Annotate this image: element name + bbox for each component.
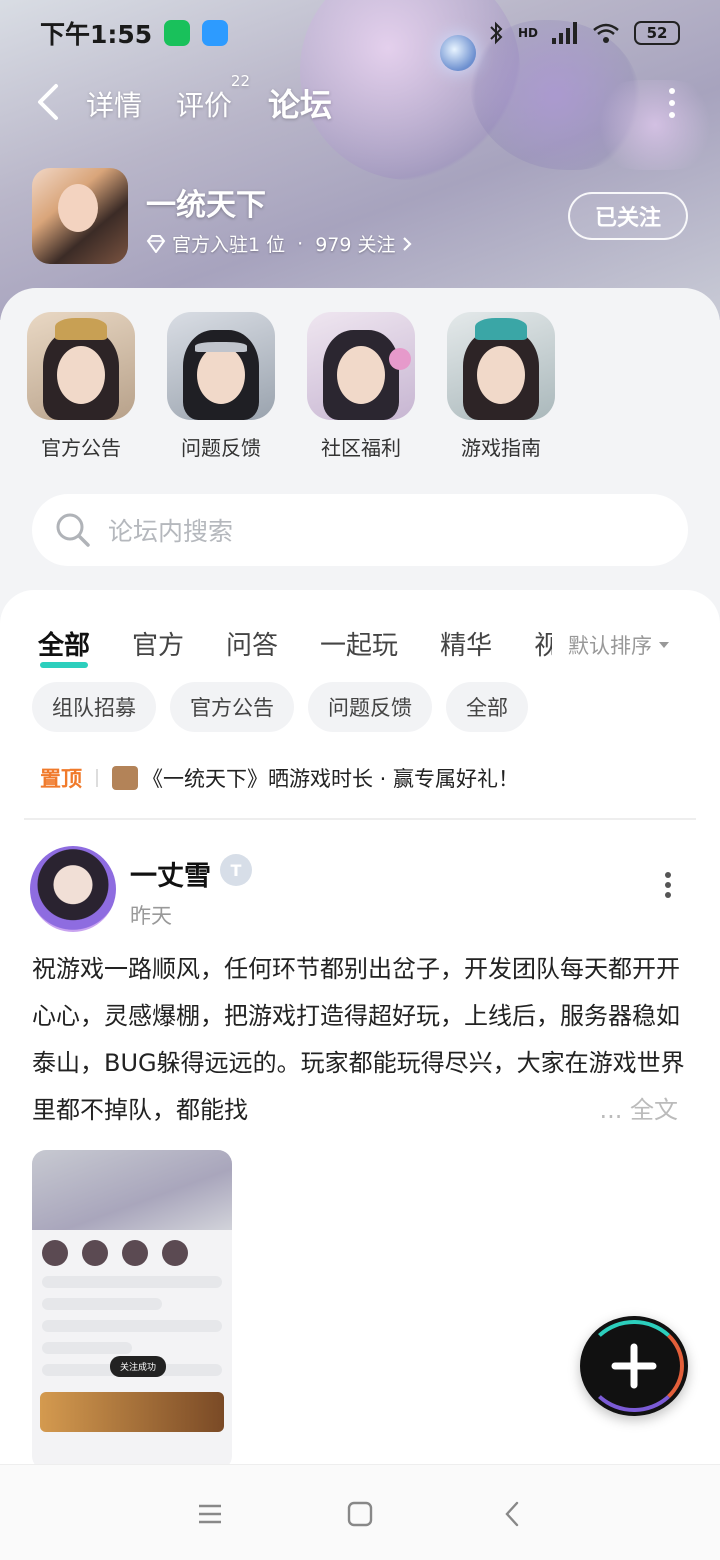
tab-reviews-label: 评价 xyxy=(176,89,233,122)
post-image-thumbnail[interactable]: 关注成功 xyxy=(32,1150,232,1470)
game-icon[interactable] xyxy=(32,168,128,264)
feedback-avatar xyxy=(167,312,275,420)
pinned-separator xyxy=(96,769,98,787)
post-more-icon[interactable] xyxy=(664,872,672,898)
more-options-icon[interactable] xyxy=(662,88,682,118)
battery-icon: 52 xyxy=(634,21,680,45)
divider xyxy=(24,818,696,820)
header-banner: 下午1:55 HD 52 详情 评价 22 论坛 一统天下 官方入驻1 位 · … xyxy=(0,0,720,320)
caret-down-icon xyxy=(659,642,669,648)
channel-community-welfare[interactable]: 社区福利 xyxy=(306,312,416,461)
status-icons: HD 52 xyxy=(488,21,680,45)
wifi-icon xyxy=(593,23,619,43)
filter-tab-featured[interactable]: 精华 xyxy=(440,625,492,662)
filter-tab-official[interactable]: 官方 xyxy=(132,625,184,662)
sort-label: 默认排序 xyxy=(568,634,652,658)
chip-feedback[interactable]: 问题反馈 xyxy=(308,682,432,732)
filter-tab-all[interactable]: 全部 xyxy=(38,625,90,668)
post-username[interactable]: 一丈雪 xyxy=(130,854,211,893)
channel-label: 游戏指南 xyxy=(461,436,541,460)
menu-icon[interactable] xyxy=(190,1497,230,1531)
home-icon[interactable] xyxy=(340,1497,380,1531)
official-count: 官方入驻1 位 xyxy=(172,234,286,256)
game-title: 一统天下 xyxy=(146,188,266,223)
game-info: 一统天下 官方入驻1 位 · 979 关注 已关注 xyxy=(32,168,688,264)
sort-dropdown[interactable]: 默认排序 xyxy=(558,630,670,660)
filter-tabs: 全部 官方 问答 一起玩 精华 视 默认排序 xyxy=(38,618,698,668)
tab-details[interactable]: 详情 xyxy=(86,84,142,124)
plus-icon xyxy=(611,1343,657,1389)
filter-tab-qa[interactable]: 问答 xyxy=(226,625,278,662)
community-welfare-avatar xyxy=(307,312,415,420)
meta-separator: · xyxy=(297,232,304,255)
channel-label: 社区福利 xyxy=(321,436,401,460)
channel-list: 官方公告 问题反馈 社区福利 游戏指南 xyxy=(26,312,556,461)
post-body[interactable]: 祝游戏一路顺风，任何环节都别出岔子，开发团队每天都开开心心，灵感爆棚，把游戏打造… xyxy=(32,946,688,1134)
chevron-right-icon xyxy=(402,236,412,251)
tab-details-label: 详情 xyxy=(86,89,143,122)
game-meta[interactable]: 官方入驻1 位 · 979 关注 xyxy=(146,230,412,257)
game-guide-avatar xyxy=(447,312,555,420)
system-nav-bar xyxy=(0,1464,720,1560)
chip-all[interactable]: 全部 xyxy=(446,682,528,732)
filter-tab-video[interactable]: 视 xyxy=(534,625,552,662)
reviews-count-badge: 22 xyxy=(230,72,251,90)
post-time: 昨天 xyxy=(130,904,172,928)
user-level-badge: T xyxy=(220,854,252,886)
top-nav: 详情 评价 22 论坛 xyxy=(0,72,720,128)
forum-sheet: 官方公告 问题反馈 社区福利 游戏指南 论坛内搜索 全部 官方 问答 一起玩 精… xyxy=(0,288,720,1470)
tab-forum[interactable]: 论坛 xyxy=(268,80,333,126)
tab-forum-label: 论坛 xyxy=(268,86,333,124)
official-announcement-avatar xyxy=(27,312,135,420)
category-chips: 组队招募 官方公告 问题反馈 全部 xyxy=(32,682,528,732)
network-type: HD xyxy=(517,26,538,40)
search-icon xyxy=(56,513,90,547)
chip-team-recruit[interactable]: 组队招募 xyxy=(32,682,156,732)
tab-reviews[interactable]: 评价 22 xyxy=(176,72,250,124)
channel-label: 问题反馈 xyxy=(181,436,261,460)
status-bar: 下午1:55 HD 52 xyxy=(0,0,720,66)
filter-tab-play-together[interactable]: 一起玩 xyxy=(320,625,398,662)
channel-feedback[interactable]: 问题反馈 xyxy=(166,312,276,461)
signal-icon xyxy=(552,22,577,44)
pinned-title: 《一统天下》晒游戏时长 · 赢专属好礼！ xyxy=(142,767,520,791)
channel-game-guide[interactable]: 游戏指南 xyxy=(446,312,556,461)
diamond-icon xyxy=(146,234,166,253)
bluetooth-icon xyxy=(490,21,503,45)
create-post-button[interactable] xyxy=(580,1316,688,1416)
channel-label: 官方公告 xyxy=(41,436,121,460)
post-text: 祝游戏一路顺风，任何环节都别出岔子，开发团队每天都开开心心，灵感爆棚，把游戏打造… xyxy=(32,955,685,1124)
forum-search-input[interactable]: 论坛内搜索 xyxy=(32,494,688,566)
avatar[interactable] xyxy=(30,846,116,932)
thumbnail-toast: 关注成功 xyxy=(110,1356,167,1377)
system-back-icon[interactable] xyxy=(492,1497,532,1531)
followers-count: 979 关注 xyxy=(315,234,396,256)
status-time: 下午1:55 xyxy=(40,20,153,49)
channel-official-announcement[interactable]: 官方公告 xyxy=(26,312,136,461)
pinned-tag: 置顶 xyxy=(40,767,82,791)
search-placeholder: 论坛内搜索 xyxy=(108,517,234,546)
wechat-icon xyxy=(164,20,191,46)
message-icon xyxy=(202,20,229,46)
follow-button[interactable]: 已关注 xyxy=(568,192,688,240)
scroll-icon xyxy=(112,766,138,790)
pinned-post[interactable]: 置顶 《一统天下》晒游戏时长 · 赢专属好礼！ xyxy=(40,760,690,796)
chip-official-announcement[interactable]: 官方公告 xyxy=(170,682,294,732)
read-more-link[interactable]: ... 全文 xyxy=(593,1087,678,1134)
back-arrow-icon[interactable] xyxy=(34,82,64,122)
